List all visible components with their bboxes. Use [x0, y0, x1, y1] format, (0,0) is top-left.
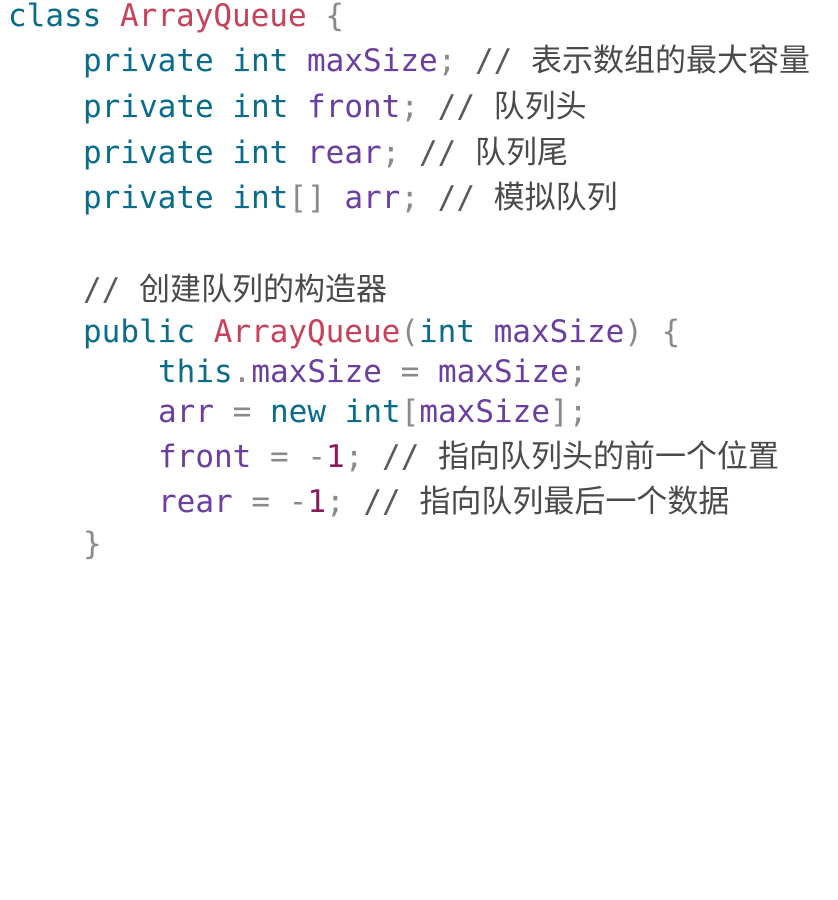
- comment-text: 创建队列的构造器: [139, 272, 387, 308]
- keyword-private: private: [83, 135, 214, 171]
- comment-text: 模拟队列: [493, 180, 618, 216]
- constructor-name: ArrayQueue: [213, 314, 401, 350]
- dot: .: [232, 354, 252, 390]
- code-line-3: private int front; // 队列头: [83, 87, 587, 127]
- semicolon: ;: [326, 484, 345, 520]
- keyword-private: private: [83, 43, 214, 79]
- semicolon: ;: [381, 135, 401, 171]
- field-ref: maxSize: [251, 354, 382, 390]
- param-name: maxSize: [493, 314, 625, 350]
- comment-text: 队列尾: [475, 135, 568, 171]
- comment-marker: //: [437, 89, 475, 125]
- close-brace: }: [83, 526, 102, 562]
- comment-marker: //: [363, 484, 401, 520]
- code-line-2: private int maxSize; // 表示数组的最大容量: [83, 41, 810, 81]
- code-line-12: }: [83, 524, 102, 564]
- code-line-7: public ArrayQueue(int maxSize) {: [83, 312, 680, 352]
- close-paren: ): [624, 314, 643, 350]
- comment-text: 指向队列最后一个数据: [419, 484, 730, 520]
- param-ref: maxSize: [419, 394, 551, 430]
- minus-sign: -: [288, 484, 308, 520]
- code-line-6: // 创建队列的构造器: [83, 270, 387, 310]
- comment-marker: //: [382, 439, 420, 475]
- comment-marker: //: [437, 180, 475, 216]
- keyword-new: new: [270, 394, 327, 430]
- keyword-int: int: [232, 180, 289, 216]
- keyword-int: int: [232, 43, 289, 79]
- semicolon: ;: [344, 439, 364, 475]
- semicolon: ;: [400, 89, 419, 125]
- semicolon: ;: [568, 394, 588, 430]
- code-line-8: this.maxSize = maxSize;: [158, 352, 587, 392]
- open-paren: (: [400, 314, 419, 350]
- keyword-int: int: [232, 135, 289, 171]
- code-line-11: rear = -1; // 指向队列最后一个数据: [158, 482, 729, 522]
- assign-op: =: [400, 354, 420, 390]
- field-ref: rear: [158, 484, 233, 520]
- code-line-9: arr = new int[maxSize];: [158, 392, 587, 432]
- code-line-5: private int[] arr; // 模拟队列: [83, 178, 618, 218]
- field-name: maxSize: [307, 43, 438, 79]
- keyword-class: class: [8, 0, 102, 34]
- keyword-int: int: [344, 394, 401, 430]
- semicolon: ;: [437, 43, 457, 79]
- keyword-int: int: [232, 89, 289, 125]
- close-bracket: ]: [550, 394, 569, 430]
- field-ref: front: [158, 439, 252, 475]
- keyword-private: private: [83, 89, 214, 125]
- array-brackets: []: [288, 180, 326, 216]
- comment-marker: //: [475, 43, 513, 79]
- open-bracket: [: [400, 394, 420, 430]
- assign-op: =: [232, 394, 252, 430]
- code-line-1: class ArrayQueue {: [8, 0, 344, 36]
- field-name: front: [307, 89, 401, 125]
- param-ref: maxSize: [438, 354, 569, 390]
- keyword-this: this: [158, 354, 233, 390]
- semicolon: ;: [400, 180, 419, 216]
- open-brace: {: [325, 0, 344, 34]
- number-literal: 1: [326, 439, 345, 475]
- assign-op: =: [251, 484, 270, 520]
- field-name: rear: [307, 135, 382, 171]
- comment-marker: //: [419, 135, 457, 171]
- assign-op: =: [270, 439, 289, 475]
- class-name: ArrayQueue: [120, 0, 307, 34]
- code-line-10: front = -1; // 指向队列头的前一个位置: [158, 437, 779, 477]
- comment-marker: //: [83, 272, 121, 308]
- comment-text: 队列头: [493, 89, 587, 125]
- minus-sign: -: [307, 439, 327, 475]
- code-editor: class ArrayQueue { private int maxSize; …: [8, 0, 836, 569]
- comment-text: 指向队列头的前一个位置: [438, 439, 780, 475]
- field-ref: arr: [158, 394, 214, 430]
- keyword-private: private: [83, 180, 214, 216]
- keyword-int: int: [418, 314, 475, 350]
- comment-text: 表示数组的最大容量: [531, 43, 810, 79]
- number-literal: 1: [307, 484, 327, 520]
- semicolon: ;: [568, 354, 588, 390]
- code-line-4: private int rear; // 队列尾: [83, 133, 568, 173]
- keyword-public: public: [83, 314, 195, 350]
- field-name: arr: [344, 180, 401, 216]
- open-brace: {: [661, 314, 681, 350]
